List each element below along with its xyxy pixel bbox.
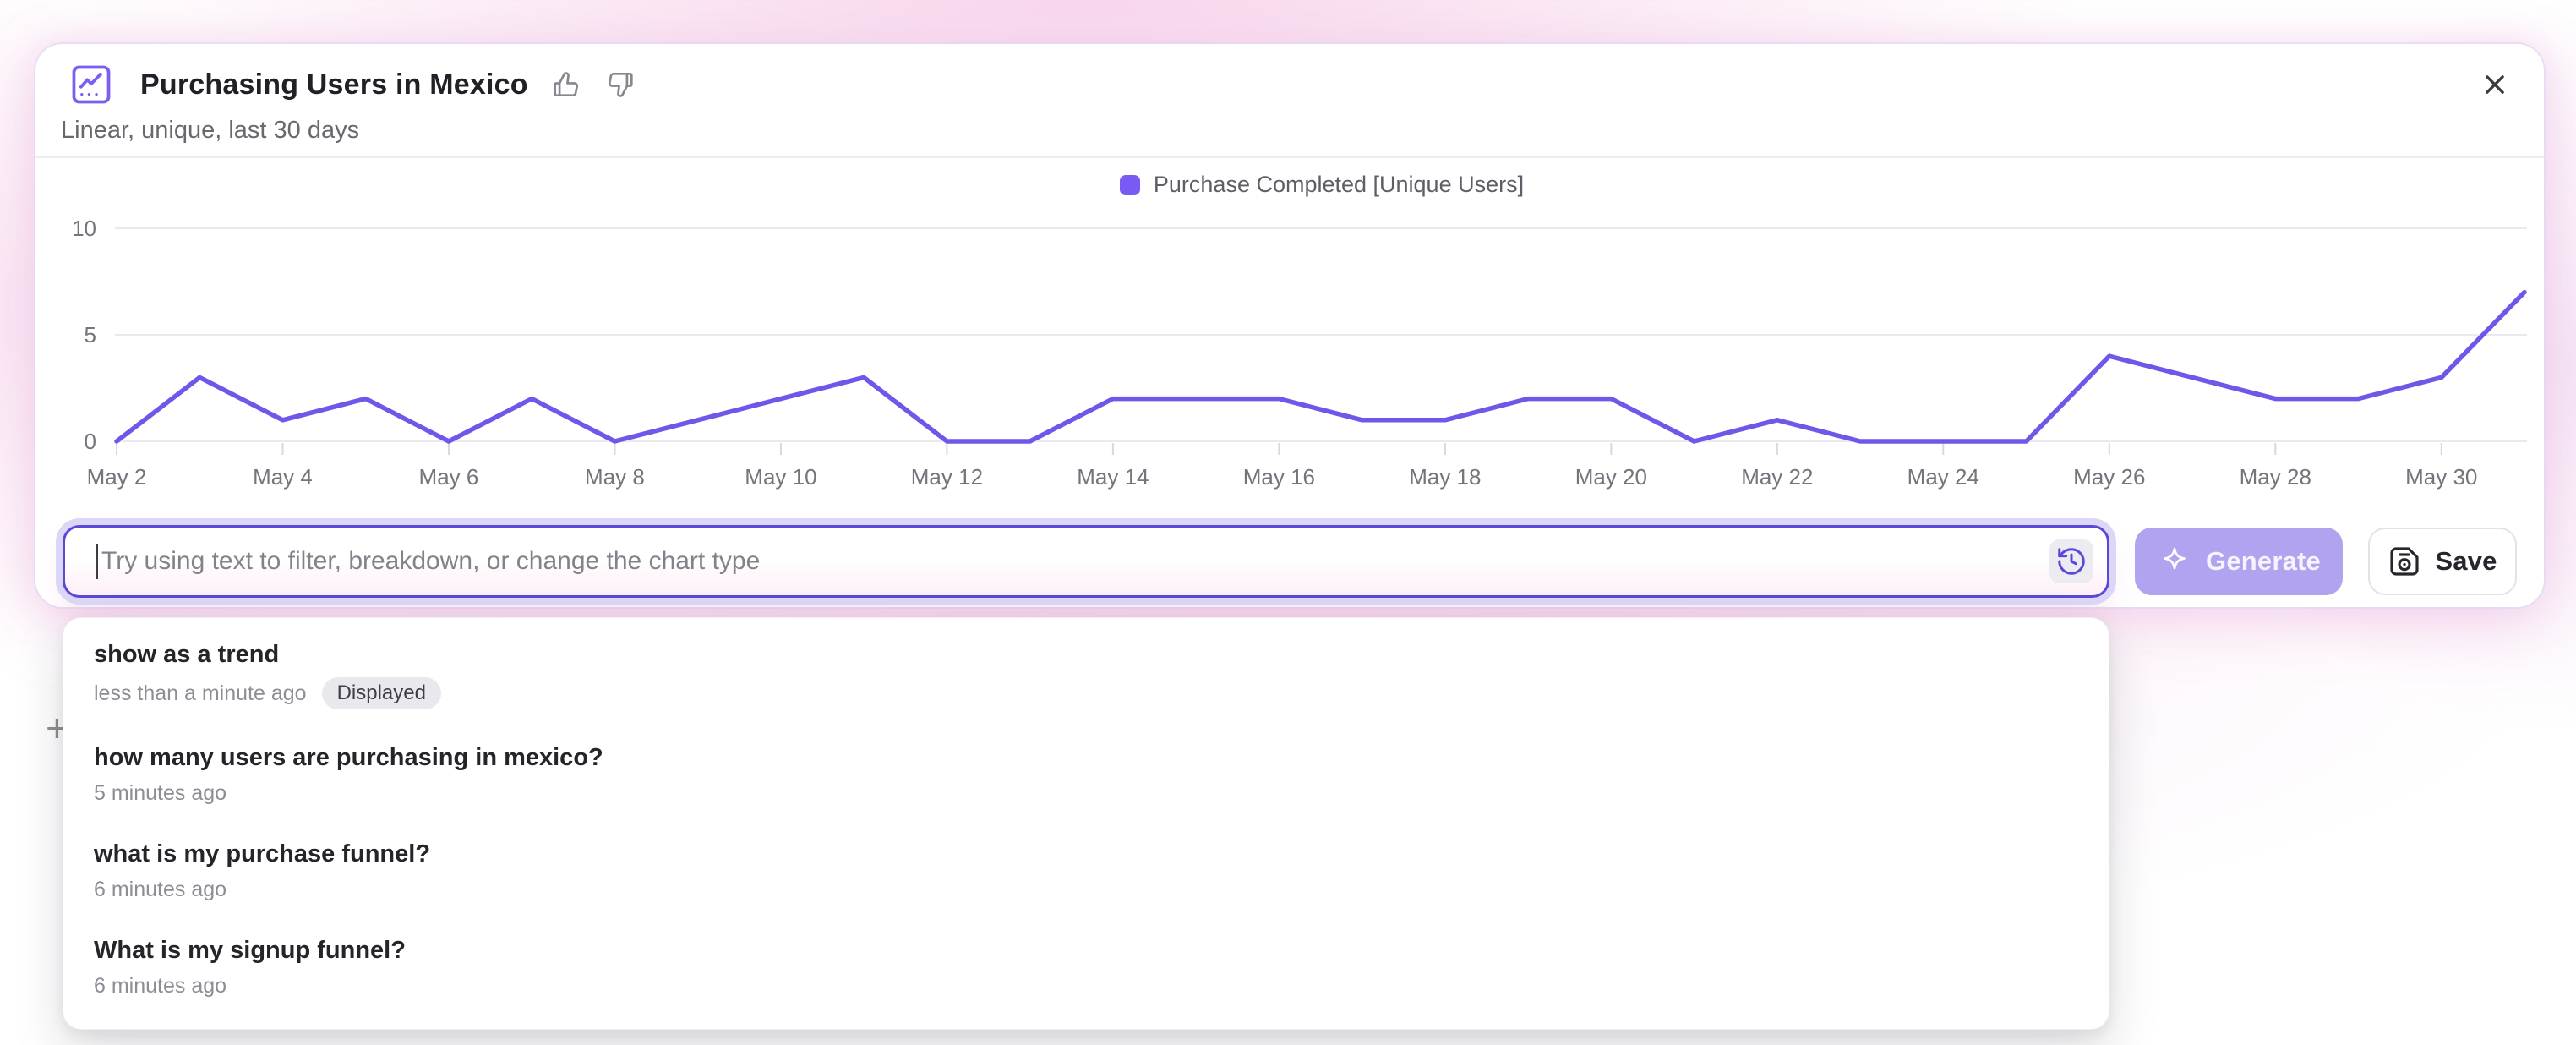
card-title: Purchasing Users in Mexico	[140, 68, 528, 101]
prompt-input[interactable]	[98, 532, 2049, 591]
svg-text:May 12: May 12	[911, 464, 983, 490]
history-item[interactable]: show as a trend less than a minute ago D…	[63, 626, 2109, 730]
legend-swatch	[1120, 175, 1140, 195]
prompt-input-wrapper	[63, 525, 2109, 598]
thumbs-up-button[interactable]	[550, 68, 582, 101]
svg-text:May 18: May 18	[1409, 464, 1481, 490]
chart-type-icon	[68, 61, 115, 108]
svg-text:May 26: May 26	[2073, 464, 2145, 490]
displayed-badge: Displayed	[322, 677, 441, 709]
composer-row: Generate Save	[63, 525, 2517, 598]
history-dropdown: show as a trend less than a minute ago D…	[63, 617, 2109, 1030]
generate-button[interactable]: Generate	[2135, 528, 2343, 595]
svg-text:May 24: May 24	[1907, 464, 1979, 490]
history-item-meta: 6 minutes ago	[94, 877, 2078, 902]
history-item-query: how many users are purchasing in mexico?	[94, 743, 2078, 772]
history-icon	[2055, 545, 2088, 577]
svg-text:May 16: May 16	[1243, 464, 1315, 490]
svg-text:May 20: May 20	[1575, 464, 1647, 490]
svg-text:May 4: May 4	[253, 464, 313, 490]
save-icon	[2388, 544, 2421, 578]
thumbs-up-icon	[550, 68, 582, 101]
svg-text:May 10: May 10	[745, 464, 816, 490]
generate-label: Generate	[2206, 546, 2321, 577]
svg-text:May 22: May 22	[1741, 464, 1813, 490]
card-header: Purchasing Users in Mexico	[68, 61, 2513, 108]
save-button[interactable]: Save	[2368, 528, 2517, 595]
svg-text:May 6: May 6	[419, 464, 479, 490]
history-item-meta: less than a minute ago Displayed	[94, 677, 2078, 709]
history-item-time: 6 minutes ago	[94, 877, 226, 902]
chart-card: Purchasing Users in Mexico Linear, uniqu…	[35, 44, 2544, 607]
svg-text:May 30: May 30	[2405, 464, 2477, 490]
history-item-query: show as a trend	[94, 640, 2078, 669]
history-item-meta: 5 minutes ago	[94, 780, 2078, 806]
svg-text:May 28: May 28	[2240, 464, 2311, 490]
close-button[interactable]	[2476, 66, 2513, 103]
line-chart: 0 5 10 May 2 May 4 May 6 May 8 May 10 May 12 May …	[35, 158, 2544, 522]
svg-text:5: 5	[85, 322, 96, 347]
close-icon	[2476, 66, 2513, 103]
history-item-time: 6 minutes ago	[94, 973, 226, 998]
history-item-time: less than a minute ago	[94, 681, 307, 706]
history-item[interactable]: What is my signup funnel? 6 minutes ago	[63, 922, 2109, 1019]
history-item[interactable]: what is my purchase funnel? 6 minutes ag…	[63, 826, 2109, 922]
legend-label: Purchase Completed [Unique Users]	[1154, 172, 1524, 198]
thumbs-down-icon	[604, 68, 636, 101]
chart-legend: Purchase Completed [Unique Users]	[117, 172, 2527, 198]
sparkle-icon	[2157, 544, 2192, 579]
history-item-query: What is my signup funnel?	[94, 936, 2078, 965]
history-item-query: what is my purchase funnel?	[94, 840, 2078, 868]
svg-text:May 2: May 2	[87, 464, 147, 490]
svg-text:10: 10	[72, 216, 96, 241]
thumbs-down-button[interactable]	[604, 68, 636, 101]
history-button[interactable]	[2049, 539, 2093, 583]
chart-area: 0 5 10 May 2 May 4 May 6 May 8 May 10 May 12 May …	[35, 158, 2544, 522]
svg-text:May 8: May 8	[585, 464, 645, 490]
card-subtitle: Linear, unique, last 30 days	[61, 117, 2544, 145]
history-item[interactable]: how many users are purchasing in mexico?…	[63, 730, 2109, 826]
history-item-time: 5 minutes ago	[94, 780, 226, 806]
history-item-meta: 6 minutes ago	[94, 973, 2078, 998]
svg-text:May 14: May 14	[1077, 464, 1149, 490]
svg-text:0: 0	[85, 429, 96, 454]
save-label: Save	[2435, 546, 2497, 577]
